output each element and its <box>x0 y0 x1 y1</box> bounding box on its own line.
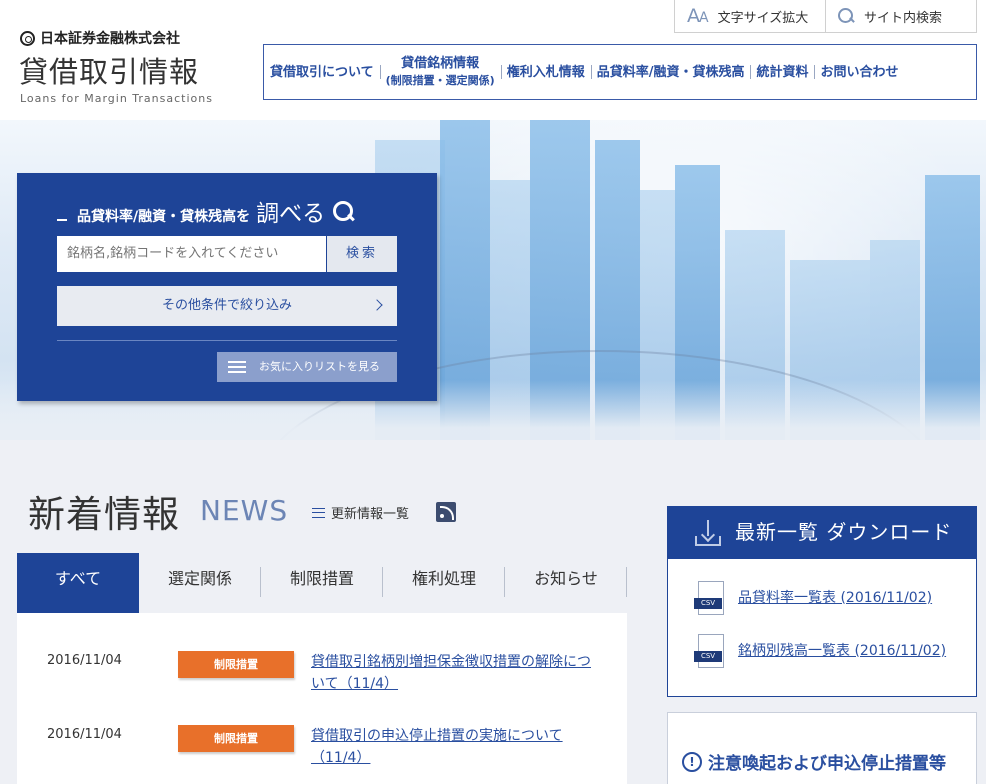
site-header: 日本証券金融株式会社 貸借取引情報 Loans for Margin Trans… <box>0 0 986 120</box>
nav-rates-balances[interactable]: 品貸料率/融資・貸株残高 <box>590 64 751 81</box>
news-category-badge: 制限措置 <box>178 651 294 678</box>
news-heading: 新着情報 <box>28 493 180 536</box>
news-list-link[interactable]: 更新情報一覧 <box>312 503 409 522</box>
list-icon <box>228 361 246 373</box>
search-panel-title: 品貸料率/融資・貸株残高を 調べる <box>57 194 355 228</box>
search-button[interactable]: 検索 <box>327 236 397 272</box>
title-dash <box>57 219 67 221</box>
corp-logo[interactable]: 日本証券金融株式会社 <box>20 28 180 48</box>
download-panel: 最新一覧 ダウンロード CSV 品貸料率一覧表 (2016/11/02) CSV… <box>667 506 977 697</box>
tab-all[interactable]: すべて <box>17 553 139 613</box>
news-link[interactable]: 貸借取引銘柄別増担保金徴収措置の解除について（11/4） <box>311 651 596 695</box>
favorites-button[interactable]: お気に入りリストを見る <box>217 352 397 382</box>
news-tabs: すべて 選定関係 制限措置 権利処理 お知らせ <box>17 553 627 613</box>
news-heading-en: NEWS <box>200 494 289 527</box>
csv-file-icon: CSV <box>694 634 724 670</box>
alert-title[interactable]: ! 注意喚起および申込停止措置等 <box>682 749 946 774</box>
news-date: 2016/11/04 <box>47 653 122 668</box>
tab-selection[interactable]: 選定関係 <box>139 553 261 613</box>
tab-rights[interactable]: 権利処理 <box>383 553 505 613</box>
news-category-badge: 制限措置 <box>178 725 294 752</box>
news-item: 2016/11/04 制限措置 貸借取引銘柄別増担保金徴収措置の解除について（1… <box>47 651 607 701</box>
font-size-button[interactable]: AA 文字サイズ拡大 <box>675 0 826 32</box>
rss-icon[interactable] <box>436 502 456 522</box>
menu-icon <box>312 507 325 518</box>
search-icon <box>838 8 854 24</box>
nav-rights-bid[interactable]: 権利入札情報 <box>500 64 591 81</box>
site-search-button[interactable]: サイト内検索 <box>826 0 976 32</box>
download-link[interactable]: 銘柄別残高一覧表 (2016/11/02) <box>738 640 946 660</box>
news-list: 2016/11/04 制限措置 貸借取引銘柄別増担保金徴収措置の解除について（1… <box>17 613 627 784</box>
download-item: CSV 品貸料率一覧表 (2016/11/02) <box>692 581 972 617</box>
download-link[interactable]: 品貸料率一覧表 (2016/11/02) <box>738 587 932 607</box>
download-item: CSV 銘柄別残高一覧表 (2016/11/02) <box>692 634 972 670</box>
divider <box>57 340 397 341</box>
site-title[interactable]: 貸借取引情報 <box>19 49 199 91</box>
utility-bar: AA 文字サイズ拡大 サイト内検索 <box>674 0 977 33</box>
filter-button[interactable]: その他条件で絞り込み <box>57 286 397 326</box>
stock-search-input[interactable] <box>57 236 326 272</box>
font-size-label: 文字サイズ拡大 <box>717 10 809 26</box>
tab-notices[interactable]: お知らせ <box>505 553 627 613</box>
site-search-label: サイト内検索 <box>864 10 943 26</box>
nav-issues[interactable]: 貸借銘柄情報 (制限措置・選定関係) <box>379 55 501 89</box>
tab-restrictions[interactable]: 制限措置 <box>261 553 383 613</box>
news-link[interactable]: 貸借取引の申込停止措置の実施について（11/4） <box>311 725 596 769</box>
alert-panel: ! 注意喚起および申込停止措置等 <box>667 712 977 784</box>
download-panel-header: 最新一覧 ダウンロード <box>668 507 976 559</box>
global-nav: 貸借取引について 貸借銘柄情報 (制限措置・選定関係) 権利入札情報 品貸料率/融… <box>263 44 977 100</box>
stock-search-panel: 品貸料率/融資・貸株残高を 調べる 検索 その他条件で絞り込み お気に入りリスト… <box>17 173 437 401</box>
corp-name: 日本証券金融株式会社 <box>40 31 180 47</box>
corp-mark-icon <box>20 30 35 46</box>
page: 日本証券金融株式会社 貸借取引情報 Loans for Margin Trans… <box>0 0 986 784</box>
font-size-icon: AA <box>687 5 709 27</box>
site-subtitle: Loans for Margin Transactions <box>20 92 213 105</box>
nav-statistics[interactable]: 統計資料 <box>750 64 814 81</box>
search-icon <box>333 201 355 223</box>
csv-file-icon: CSV <box>694 581 724 617</box>
chevron-right-icon <box>371 299 383 311</box>
exclamation-icon: ! <box>682 751 702 772</box>
news-date: 2016/11/04 <box>47 727 122 742</box>
nav-contact[interactable]: お問い合わせ <box>814 64 904 81</box>
nav-about[interactable]: 貸借取引について <box>264 64 380 81</box>
download-icon <box>695 520 721 546</box>
news-item: 2016/11/04 制限措置 貸借取引の申込停止措置の実施について（11/4） <box>47 725 607 775</box>
